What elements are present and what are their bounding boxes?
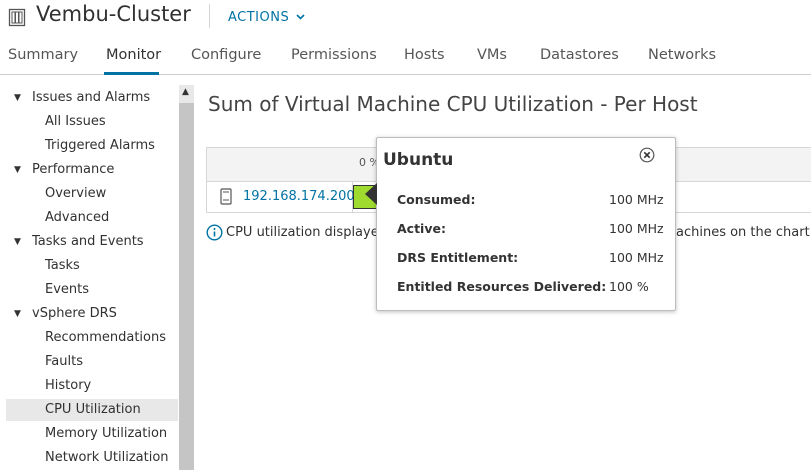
popover-arrow <box>365 183 377 205</box>
popover-row-consumed: Consumed: 100 MHz <box>397 192 664 210</box>
info-text-tail: achines on the chart. <box>676 225 811 240</box>
tab-networks[interactable]: Networks <box>648 47 716 63</box>
sidebar-group-performance[interactable]: ▼ Performance <box>0 159 179 181</box>
sidebar-item-tasks[interactable]: Tasks <box>45 255 80 277</box>
tab-summary[interactable]: Summary <box>8 47 78 63</box>
sidebar-item-all-issues[interactable]: All Issues <box>45 111 106 133</box>
host-icon <box>220 188 232 209</box>
page-title: Sum of Virtual Machine CPU Utilization -… <box>208 92 698 116</box>
tab-hosts[interactable]: Hosts <box>404 47 445 63</box>
object-header: Vembu-Cluster ACTIONS <box>0 0 811 34</box>
scroll-up-arrow-icon[interactable]: ▲ <box>182 87 189 97</box>
tab-monitor[interactable]: Monitor <box>106 47 161 63</box>
sidebar-item-recommendations[interactable]: Recommendations <box>45 327 166 349</box>
sidebar-item-cpu-utilization[interactable]: CPU Utilization <box>6 399 178 421</box>
row-value: 100 MHz <box>609 250 664 265</box>
caret-down-icon: ▼ <box>14 237 21 247</box>
cluster-icon <box>8 7 26 31</box>
sidebar-group-label: Issues and Alarms <box>32 90 151 105</box>
tab-configure[interactable]: Configure <box>191 47 261 63</box>
row-value: 100 MHz <box>609 221 664 236</box>
object-title: Vembu-Cluster <box>36 2 191 26</box>
vm-details-popover: Ubuntu Consumed: 100 MHz Active: 100 MHz… <box>365 137 676 311</box>
host-link[interactable]: 192.168.174.200 <box>243 189 355 204</box>
sidebar-group-vsphere-drs[interactable]: ▼ vSphere DRS <box>0 303 179 325</box>
row-value: 100 MHz <box>609 192 664 207</box>
caret-down-icon: ▼ <box>14 93 21 103</box>
sidebar-item-faults[interactable]: Faults <box>45 351 83 373</box>
caret-down-icon: ▼ <box>14 309 21 319</box>
sidebar-item-advanced[interactable]: Advanced <box>45 207 109 229</box>
sidebar-group-label: Tasks and Events <box>32 234 144 249</box>
info-text: CPU utilization displayed <box>226 225 387 240</box>
row-label: Active: <box>397 221 446 236</box>
close-icon[interactable] <box>639 147 655 167</box>
sidebar-item-history[interactable]: History <box>45 375 91 397</box>
actions-menu-button[interactable]: ACTIONS <box>228 9 305 25</box>
active-tab-indicator <box>104 72 159 75</box>
popover-row-active: Active: 100 MHz <box>397 221 664 239</box>
sidebar-item-triggered-alarms[interactable]: Triggered Alarms <box>45 135 155 157</box>
tab-vms[interactable]: VMs <box>477 47 507 63</box>
tab-datastores[interactable]: Datastores <box>540 47 619 63</box>
monitor-sidebar: ▼ Issues and Alarms All Issues Triggered… <box>0 85 179 470</box>
caret-down-icon: ▼ <box>14 165 21 175</box>
info-icon <box>206 224 223 245</box>
popover-title: Ubuntu <box>383 150 454 170</box>
sidebar-scrollbar[interactable]: ▲ <box>179 85 194 470</box>
sidebar-item-label: CPU Utilization <box>45 402 141 417</box>
actions-label: ACTIONS <box>228 10 290 25</box>
row-value: 100 % <box>609 279 649 294</box>
sidebar-item-memory-utilization[interactable]: Memory Utilization <box>45 423 167 445</box>
sidebar-item-events[interactable]: Events <box>45 279 89 301</box>
sidebar-group-issues-and-alarms[interactable]: ▼ Issues and Alarms <box>0 87 179 109</box>
tab-bar: Summary Monitor Configure Permissions Ho… <box>0 40 811 75</box>
chevron-down-icon <box>296 9 305 24</box>
tab-permissions[interactable]: Permissions <box>291 47 377 63</box>
sidebar-group-tasks-and-events[interactable]: ▼ Tasks and Events <box>0 231 179 253</box>
row-label: Entitled Resources Delivered: <box>397 279 607 294</box>
header-divider <box>209 4 210 28</box>
popover-row-entitled-resources: Entitled Resources Delivered: 100 % <box>397 279 661 297</box>
sidebar-item-network-utilization[interactable]: Network Utilization <box>45 447 169 469</box>
sidebar-group-label: vSphere DRS <box>32 306 117 321</box>
sidebar-item-overview[interactable]: Overview <box>45 183 106 205</box>
row-label: Consumed: <box>397 192 476 207</box>
sidebar-group-label: Performance <box>32 162 115 177</box>
row-label: DRS Entitlement: <box>397 250 519 265</box>
scrollbar-thumb[interactable] <box>179 103 194 470</box>
popover-row-drs-entitlement: DRS Entitlement: 100 MHz <box>397 250 664 268</box>
